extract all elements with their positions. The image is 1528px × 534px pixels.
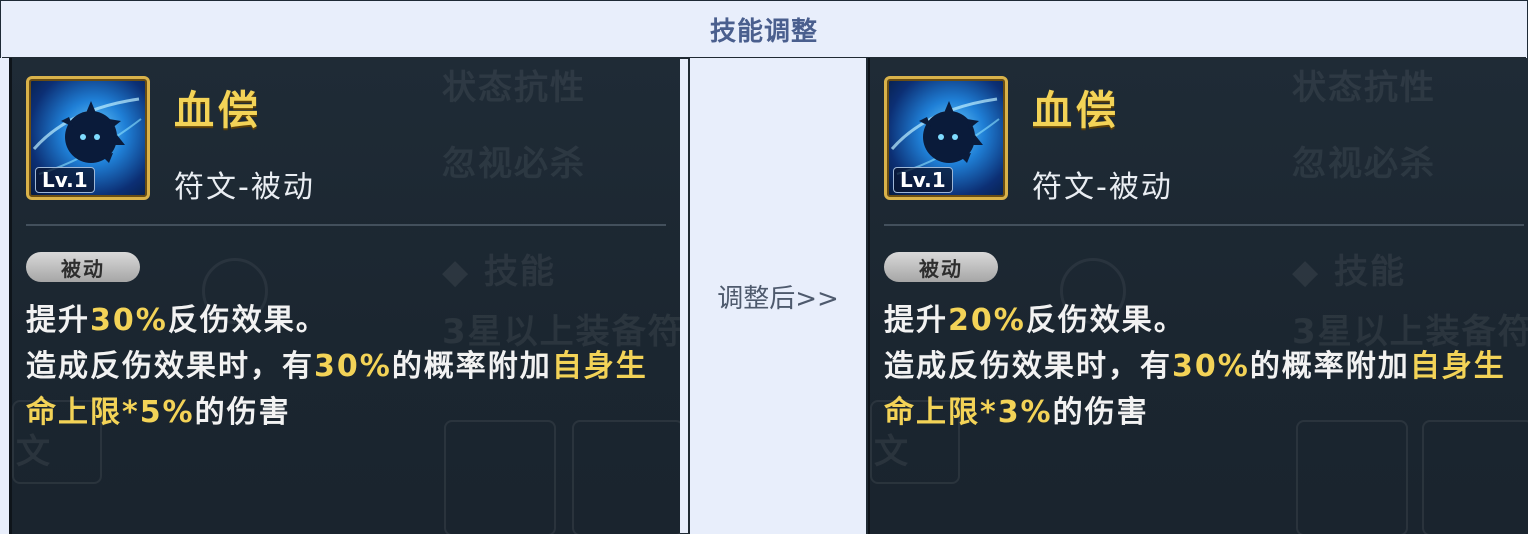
value-highlight: 30% [314,349,392,384]
skill-type: 符文-被动 [174,170,315,205]
table-title: 技能调整 [2,2,1526,59]
ghost-box [1422,420,1528,534]
value-highlight: 30% [90,303,168,338]
skill-name: 血偿 [174,88,262,134]
skill-card-before: 状态抗性 忽视必杀 ◆ 技能 3星以上装备符 文 Lv.1 血偿 符文-被动 被… [10,58,680,534]
middle-label: 调整后>> [688,58,868,534]
ghost-text: 状态抗性 [442,68,586,108]
level-badge: Lv.1 [35,167,95,193]
ghost-text: 状态抗性 [1292,68,1436,108]
desc-line-1: 提升30%反伤效果。 [26,303,328,338]
skill-card-after: 状态抗性 忽视必杀 ◆ 技能 3星以上装备符 文 Lv.1 血偿 符文-被动 被… [868,58,1528,534]
passive-tag: 被动 [884,252,998,282]
skill-name: 血偿 [1032,88,1120,134]
ghost-text: 忽视必杀 [1292,144,1436,184]
ghost-text: 忽视必杀 [442,144,586,184]
ghost-text: ◆ 技能 [1292,252,1406,292]
skill-icon: Lv.1 [26,76,150,200]
divider [26,224,666,226]
value-highlight: 20% [948,303,1026,338]
value-highlight: 30% [1172,349,1250,384]
skill-description: 提升20%反伤效果。 造成反伤效果时，有30%的概率附加自身生命上限*3%的伤害 [884,298,1524,436]
ghost-box [444,420,556,534]
desc-line-2: 造成反伤效果时，有30%的概率附加自身生命上限*5%的伤害 [26,349,648,430]
passive-tag: 被动 [26,252,140,282]
left-margin [0,58,10,534]
ghost-box [1296,420,1408,534]
desc-line-1: 提升20%反伤效果。 [884,303,1186,338]
skill-type: 符文-被动 [1032,170,1173,205]
ghost-box [572,420,680,534]
skill-icon: Lv.1 [884,76,1008,200]
level-badge: Lv.1 [893,167,953,193]
ghost-text: ◆ 技能 [442,252,556,292]
divider [884,224,1524,226]
desc-line-2: 造成反伤效果时，有30%的概率附加自身生命上限*3%的伤害 [884,349,1506,430]
skill-description: 提升30%反伤效果。 造成反伤效果时，有30%的概率附加自身生命上限*5%的伤害 [26,298,666,436]
